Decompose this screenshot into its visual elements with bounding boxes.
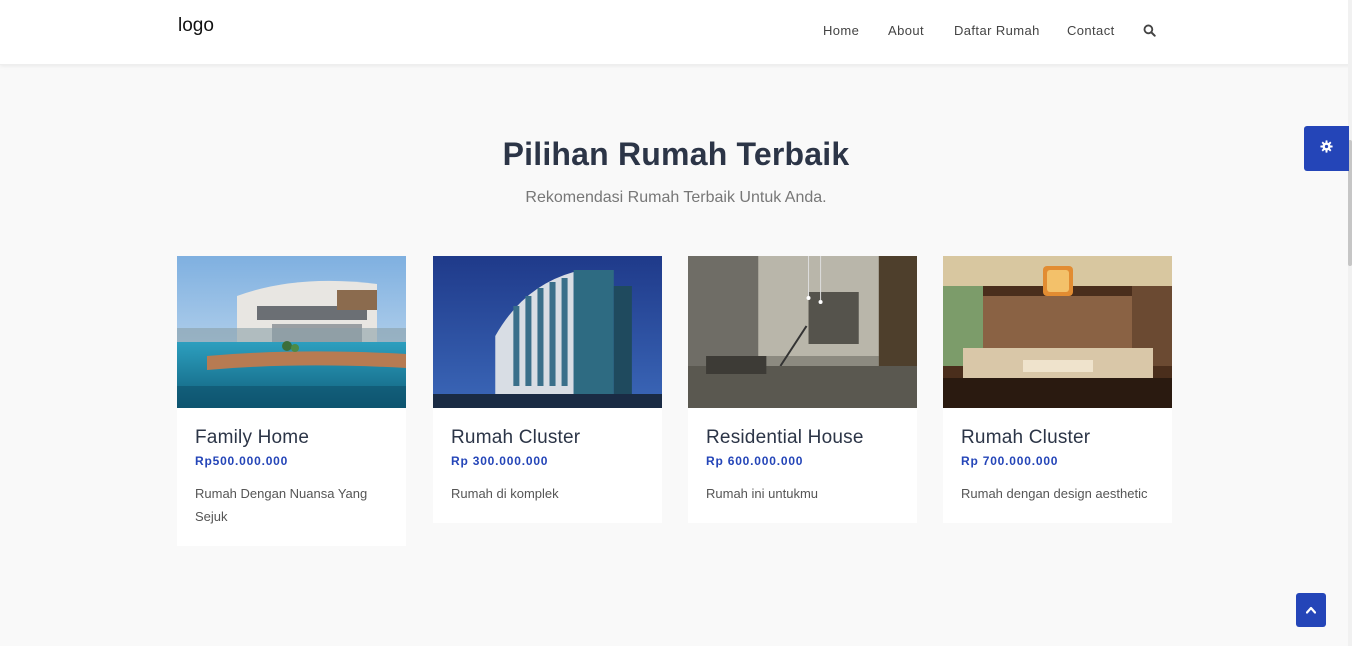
property-description: Rumah dengan design aesthetic bbox=[961, 486, 1148, 501]
property-price: Rp 600.000.000 bbox=[706, 454, 804, 468]
property-name[interactable]: Rumah Cluster bbox=[451, 426, 644, 450]
property-card[interactable]: Rumah Cluster Rp 700.000.000 Rumah denga… bbox=[943, 256, 1172, 523]
property-name[interactable]: Residential House bbox=[706, 426, 899, 450]
property-name[interactable]: Rumah Cluster bbox=[961, 426, 1154, 450]
nav-home[interactable]: Home bbox=[823, 23, 859, 38]
property-price: Rp500.000.000 bbox=[195, 454, 289, 468]
property-description: Rumah Dengan Nuansa Yang Sejuk bbox=[195, 486, 368, 524]
property-description: Rumah ini untukmu bbox=[706, 486, 818, 501]
property-name[interactable]: Family Home bbox=[195, 426, 388, 450]
section-title: Pilihan Rumah Terbaik bbox=[502, 136, 850, 172]
property-price: Rp 300.000.000 bbox=[451, 454, 549, 468]
main-nav: Home About Daftar Rumah Contact bbox=[0, 23, 1352, 43]
property-image[interactable] bbox=[688, 256, 917, 408]
scrollbar-track[interactable] bbox=[1348, 0, 1352, 646]
chevron-up-icon bbox=[1305, 601, 1317, 619]
nav-about[interactable]: About bbox=[888, 23, 924, 38]
search-icon[interactable] bbox=[1143, 24, 1157, 38]
property-image[interactable] bbox=[433, 256, 662, 408]
property-image[interactable] bbox=[177, 256, 406, 408]
property-card[interactable]: Residential House Rp 600.000.000 Rumah i… bbox=[688, 256, 917, 523]
property-description: Rumah di komplek bbox=[451, 486, 559, 501]
property-price: Rp 700.000.000 bbox=[961, 454, 1059, 468]
section-subtitle: Rekomendasi Rumah Terbaik Untuk Anda. bbox=[525, 189, 827, 206]
site-header: logo Home About Daftar Rumah Contact bbox=[0, 0, 1352, 65]
property-card[interactable]: Rumah Cluster Rp 300.000.000 Rumah di ko… bbox=[433, 256, 662, 523]
nav-daftar-rumah[interactable]: Daftar Rumah bbox=[954, 23, 1040, 38]
nav-contact[interactable]: Contact bbox=[1067, 23, 1115, 38]
back-to-top-button[interactable] bbox=[1296, 593, 1326, 627]
property-image[interactable] bbox=[943, 256, 1172, 408]
property-card[interactable]: Family Home Rp500.000.000 Rumah Dengan N… bbox=[177, 256, 406, 546]
